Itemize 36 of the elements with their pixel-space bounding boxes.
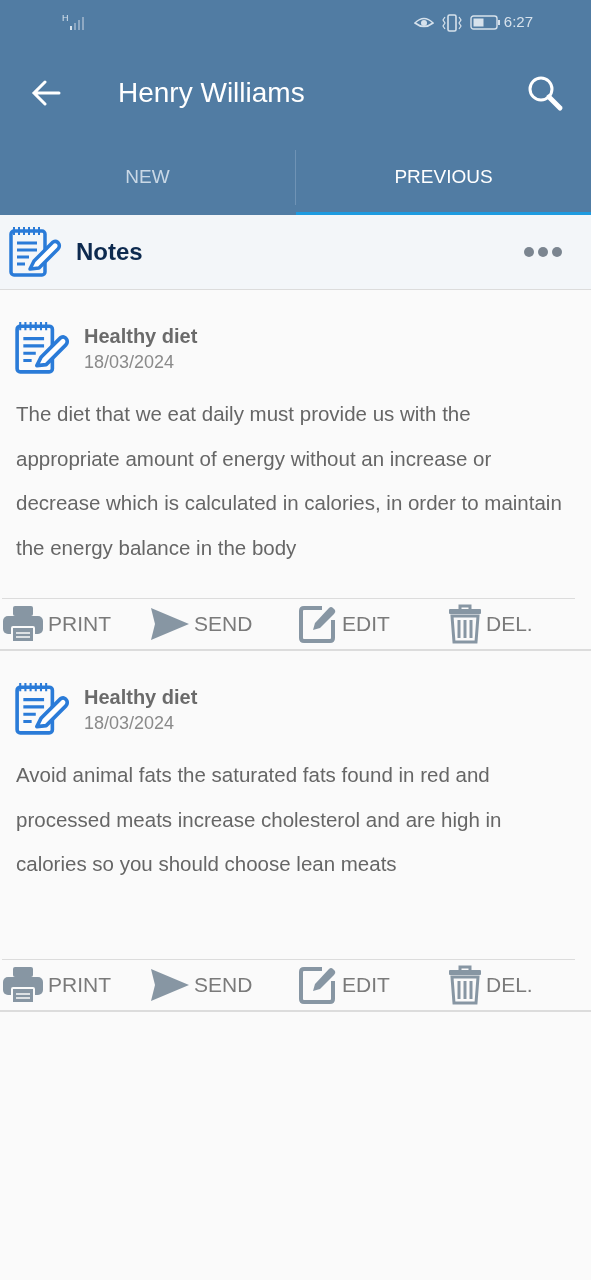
vibrate-icon: [441, 13, 462, 32]
note-date: 18/03/2024: [84, 712, 176, 735]
section-title: Notes: [76, 237, 144, 267]
note-title: Healthy diet: [84, 324, 198, 348]
action-button[interactable]: PRINT: [2, 966, 150, 1004]
action-button[interactable]: SEND: [150, 968, 298, 1002]
action-button[interactable]: DEL.: [448, 965, 578, 1005]
action-button[interactable]: EDIT: [298, 965, 448, 1005]
clock-time: 6:27: [503, 12, 533, 33]
eye-icon: [413, 15, 434, 30]
notepad-icon: [14, 320, 70, 376]
action-button[interactable]: EDIT: [298, 604, 448, 644]
more-icon: [523, 246, 563, 258]
action-button[interactable]: DEL.: [448, 604, 578, 644]
screen-title: Henry Williams: [118, 75, 306, 110]
tab[interactable]: NEW: [0, 140, 295, 215]
note-body: Avoid animal fats the saturated fats found in red and processed meats increase cholesterol and are high in calories so you should choose lean meats: [15, 762, 503, 877]
send-icon: [150, 607, 190, 641]
trash-icon: [448, 604, 482, 644]
notepad-icon: [8, 225, 62, 279]
notepad-icon: [14, 681, 70, 737]
action-button[interactable]: PRINT: [2, 605, 150, 643]
back-arrow-icon: [31, 79, 61, 106]
note-title: Healthy diet: [84, 685, 198, 709]
note-date: 18/03/2024: [84, 351, 176, 374]
signal-icon: [68, 15, 87, 30]
send-icon: [150, 968, 190, 1002]
printer-icon: [2, 966, 44, 1004]
edit-icon: [298, 604, 338, 644]
printer-icon: [2, 605, 44, 643]
battery-icon: [469, 15, 500, 30]
note-body: The diet that we eat daily must provide us with the appropriate amount of energy without an increase or decrease which is calculated in calories, in order to maintain the energy balance in the body: [15, 401, 563, 561]
network-type: H: [62, 14, 69, 23]
trash-icon: [448, 965, 482, 1005]
edit-icon: [298, 965, 338, 1005]
action-button[interactable]: SEND: [150, 607, 298, 641]
